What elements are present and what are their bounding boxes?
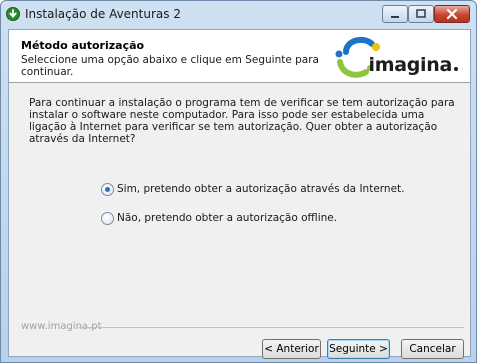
- radio-offline[interactable]: [101, 212, 114, 225]
- intro-text: Para continuar a instalação o programa t…: [29, 97, 455, 145]
- radio-online[interactable]: [101, 183, 114, 196]
- back-button[interactable]: < Anterior: [262, 339, 321, 359]
- window-title: Instalação de Aventuras 2: [25, 7, 181, 21]
- option-offline-label[interactable]: Não, pretendo obter a autorização offlin…: [117, 212, 337, 224]
- title-bar[interactable]: Instalação de Aventuras 2: [1, 1, 476, 29]
- installer-window: Instalação de Aventuras 2 Método autoriz…: [0, 0, 477, 363]
- minimize-icon: [391, 16, 399, 18]
- maximize-button[interactable]: [408, 5, 434, 23]
- page-title: Método autorização: [21, 39, 145, 52]
- logo-wordmark: imagina: [368, 54, 453, 76]
- wizard-client: Método autorização Seleccione uma opção …: [8, 29, 471, 359]
- download-arrow-icon: [6, 7, 20, 21]
- maximize-icon: [416, 9, 426, 18]
- cancel-button[interactable]: Cancelar: [401, 339, 464, 359]
- minimize-button[interactable]: [382, 5, 408, 23]
- close-icon: [446, 8, 458, 20]
- wizard-header: Método autorização Seleccione uma opção …: [9, 30, 470, 83]
- footer-divider: [79, 327, 464, 328]
- logo-dot: [454, 67, 458, 71]
- page-subtitle: Seleccione uma opção abaixo e clique em …: [21, 54, 319, 78]
- next-button[interactable]: Seguinte >: [327, 339, 390, 359]
- option-online-label[interactable]: Sim, pretendo obter a autorização atravé…: [117, 183, 404, 195]
- radio-selected-dot: [105, 187, 110, 192]
- close-button[interactable]: [434, 5, 470, 23]
